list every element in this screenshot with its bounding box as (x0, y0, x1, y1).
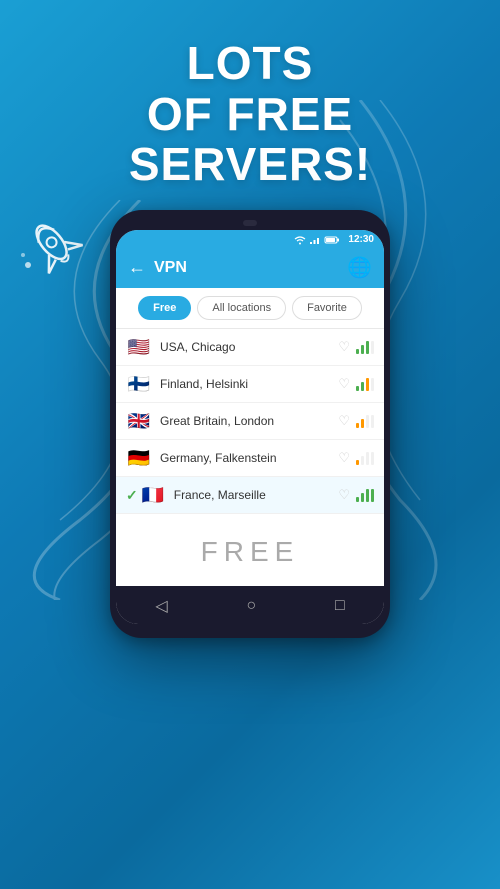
server-name-finland-helsinki: Finland, Helsinki (160, 377, 338, 391)
bar3 (366, 378, 369, 391)
bar1 (356, 460, 359, 465)
signal-icon (309, 235, 321, 245)
server-item-germany-falkenstein[interactable]: 🇩🇪 Germany, Falkenstein ♡ (116, 440, 384, 477)
flag-finland: 🇫🇮 (126, 375, 152, 393)
app-bar: ← VPN 🌐 (116, 247, 384, 288)
bar4 (371, 452, 374, 465)
battery-icon (324, 235, 340, 245)
nav-home-button[interactable]: ○ (246, 597, 256, 615)
bar2 (361, 419, 364, 428)
headline: Lots of free servers! (0, 38, 500, 190)
status-bar: 12:30 (116, 230, 384, 247)
server-item-finland-helsinki[interactable]: 🇫🇮 Finland, Helsinki ♡ (116, 366, 384, 403)
server-item-gb-london[interactable]: 🇬🇧 Great Britain, London ♡ (116, 403, 384, 440)
server-item-france-marseille[interactable]: ✓ 🇫🇷 France, Marseille ♡ (116, 477, 384, 514)
bar2 (361, 493, 364, 502)
rocket-icon (18, 210, 108, 300)
heart-icon-finland[interactable]: ♡ (338, 376, 350, 392)
server-name-germany-falkenstein: Germany, Falkenstein (160, 451, 338, 465)
free-label-area: FREE (116, 514, 384, 586)
bar1 (356, 497, 359, 502)
flag-germany: 🇩🇪 (126, 449, 152, 467)
nav-back-button[interactable]: ◁ (155, 596, 167, 616)
server-item-usa-chicago[interactable]: 🇺🇸 USA, Chicago ♡ (116, 329, 384, 366)
server-name-france-marseille: France, Marseille (174, 488, 339, 502)
nav-recent-button[interactable]: □ (335, 597, 345, 615)
header-section: Lots of free servers! (0, 0, 500, 210)
bar4 (371, 378, 374, 391)
bar4 (371, 341, 374, 354)
status-time: 12:30 (348, 234, 374, 245)
bar2 (361, 456, 364, 465)
bar4 (371, 415, 374, 428)
bar1 (356, 423, 359, 428)
bar1 (356, 386, 359, 391)
bar2 (361, 345, 364, 354)
status-icons (294, 235, 340, 245)
heart-icon-germany[interactable]: ♡ (338, 450, 350, 466)
app-title: VPN (154, 259, 339, 277)
signal-bars-germany (356, 451, 374, 465)
bottom-nav: ◁ ○ □ (116, 586, 384, 624)
flag-usa: 🇺🇸 (126, 338, 152, 356)
phone-mockup: 12:30 ← VPN 🌐 Free All locations Favorit… (110, 210, 390, 638)
back-button[interactable]: ← (128, 257, 146, 278)
free-text: FREE (201, 536, 300, 567)
selected-checkmark: ✓ (126, 487, 138, 504)
server-name-usa-chicago: USA, Chicago (160, 340, 338, 354)
phone-screen: 12:30 ← VPN 🌐 Free All locations Favorit… (116, 230, 384, 624)
bar3 (366, 415, 369, 428)
heart-icon-france[interactable]: ♡ (338, 487, 350, 503)
signal-bars-france (356, 488, 374, 502)
signal-bars-usa (356, 340, 374, 354)
server-list: 🇺🇸 USA, Chicago ♡ 🇫🇮 Finland, Helsinki ♡ (116, 329, 384, 514)
signal-bars-gb (356, 414, 374, 428)
bar3 (366, 341, 369, 354)
globe-button[interactable]: 🌐 (347, 255, 372, 280)
filter-tabs: Free All locations Favorite (116, 288, 384, 329)
tab-free[interactable]: Free (138, 296, 191, 320)
bar3 (366, 489, 369, 502)
tab-favorite[interactable]: Favorite (292, 296, 362, 320)
heart-icon-usa[interactable]: ♡ (338, 339, 350, 355)
bar1 (356, 349, 359, 354)
signal-bars-finland (356, 377, 374, 391)
bar2 (361, 382, 364, 391)
bar3 (366, 452, 369, 465)
heart-icon-gb[interactable]: ♡ (338, 413, 350, 429)
flag-gb: 🇬🇧 (126, 412, 152, 430)
server-name-gb-london: Great Britain, London (160, 414, 338, 428)
bar4 (371, 489, 374, 502)
wifi-icon (294, 235, 306, 245)
flag-france: 🇫🇷 (140, 486, 166, 504)
tab-all-locations[interactable]: All locations (197, 296, 286, 320)
